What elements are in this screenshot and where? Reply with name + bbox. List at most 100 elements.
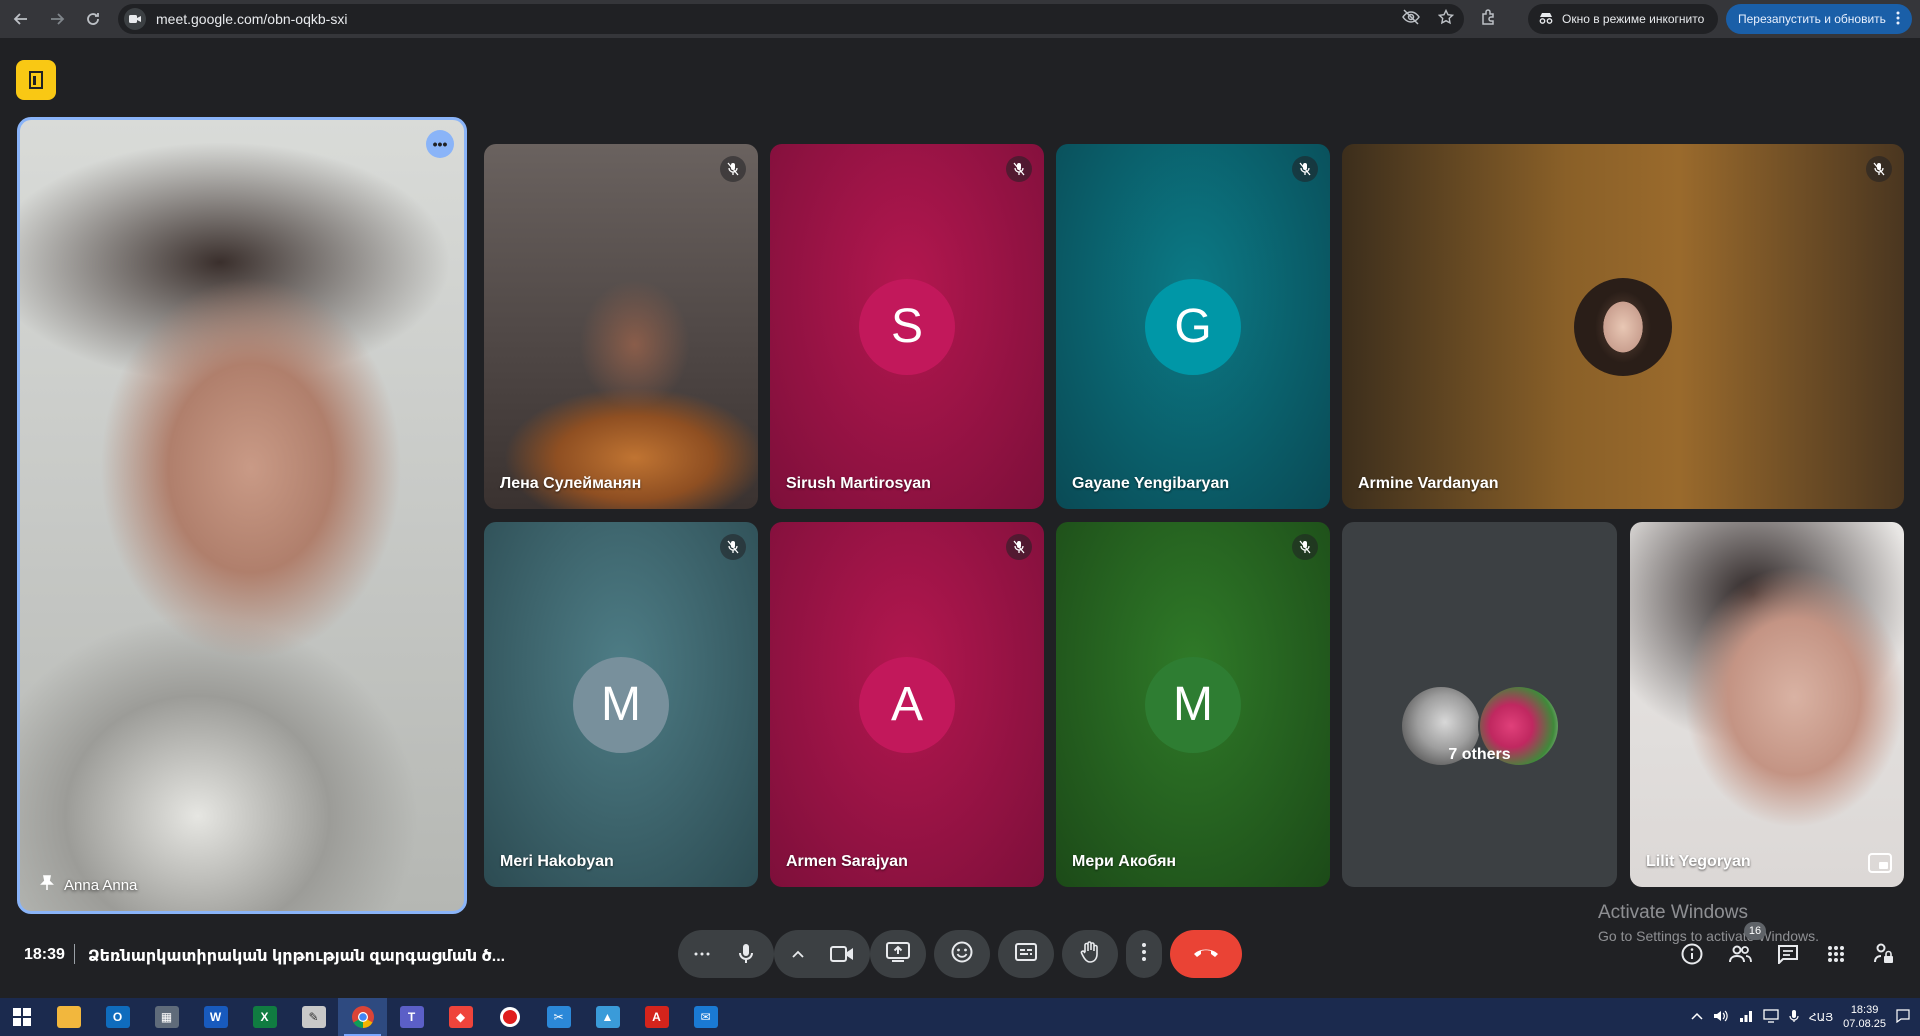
snipping-tool-icon[interactable]: ✂ xyxy=(534,998,583,1036)
participant-name: Lilit Yegoryan xyxy=(1646,853,1751,870)
chrome-icon[interactable] xyxy=(338,998,387,1036)
incognito-indicator[interactable]: Окно в режиме инкогнито xyxy=(1528,4,1719,34)
participant-tile[interactable]: G Gayane Yengibaryan xyxy=(1056,144,1330,509)
participant-name: Armine Vardanyan xyxy=(1358,475,1499,492)
meeting-details-icon[interactable] xyxy=(1680,942,1704,966)
camera-control-group xyxy=(774,930,870,978)
bookmark-star-icon[interactable] xyxy=(1437,8,1455,29)
system-tray: ՀԱՅ 18:39 07.08.25 xyxy=(1691,998,1920,1036)
browser-toolbar: meet.google.com/obn-oqkb-sxi Окно в режи… xyxy=(0,0,1920,38)
network-icon[interactable] xyxy=(1739,1009,1753,1026)
captions-icon xyxy=(1015,942,1037,966)
hand-icon xyxy=(1080,940,1100,968)
pin-icon[interactable] xyxy=(40,875,54,895)
participant-name: Мери Акобян xyxy=(1072,853,1177,870)
back-icon[interactable] xyxy=(6,4,36,34)
mic-off-icon xyxy=(1006,534,1032,560)
participant-name: Armen Sarajyan xyxy=(786,853,908,870)
side-panel-buttons xyxy=(1680,942,1896,966)
language-indicator[interactable]: ՀԱՅ xyxy=(1809,1011,1833,1024)
others-tile[interactable]: 7 others xyxy=(1342,522,1617,887)
recorder-icon[interactable] xyxy=(485,998,534,1036)
emoji-icon xyxy=(951,941,973,968)
participant-tile[interactable]: Lilit Yegoryan xyxy=(1630,522,1904,887)
mail-icon[interactable]: ✉ xyxy=(681,998,730,1036)
mic-control-group xyxy=(678,930,774,978)
host-controls-lock-icon[interactable] xyxy=(1872,942,1896,966)
watermark-title: Activate Windows xyxy=(1598,902,1748,923)
more-vert-icon xyxy=(1142,942,1146,966)
captions-button[interactable] xyxy=(998,930,1054,978)
picture-in-picture-icon[interactable] xyxy=(1868,853,1892,873)
windows-start-icon[interactable] xyxy=(0,998,44,1036)
camera-icon[interactable] xyxy=(818,945,866,963)
avatar-initial: M xyxy=(1145,656,1241,753)
participant-name: Anna Anna xyxy=(64,876,138,894)
more-audio-options-icon[interactable] xyxy=(682,952,722,956)
clock-date: 07.08.25 xyxy=(1843,1018,1886,1030)
raise-hand-button[interactable] xyxy=(1062,930,1118,978)
file-explorer-icon[interactable] xyxy=(44,998,93,1036)
participant-tile[interactable]: M Мери Акобян xyxy=(1056,522,1330,887)
display-icon[interactable] xyxy=(1763,1008,1779,1026)
people-icon[interactable] xyxy=(1728,942,1752,966)
mic-off-icon xyxy=(1866,156,1892,182)
anydesk-icon[interactable]: ◆ xyxy=(436,998,485,1036)
excel-icon[interactable]: X xyxy=(240,998,289,1036)
meeting-time: 18:39 xyxy=(24,946,65,963)
photos-icon[interactable]: ▲ xyxy=(583,998,632,1036)
taskbar-clock[interactable]: 18:39 07.08.25 xyxy=(1843,1003,1886,1031)
relaunch-update-button[interactable]: Перезапустить и обновить xyxy=(1726,4,1912,34)
meet-site-icon xyxy=(124,8,146,30)
teams-icon[interactable]: T xyxy=(387,998,436,1036)
participant-tile[interactable]: Armine Vardanyan xyxy=(1342,144,1904,509)
relaunch-label: Перезапустить и обновить xyxy=(1738,12,1886,26)
chevron-up-icon[interactable] xyxy=(778,950,818,958)
participant-avatar xyxy=(1574,277,1672,376)
participant-tile[interactable]: M Meri Hakobyan xyxy=(484,522,758,887)
present-screen-button[interactable] xyxy=(870,930,926,978)
mic-off-icon xyxy=(1006,156,1032,182)
tile-more-options-icon[interactable]: ••• xyxy=(426,130,454,158)
windows-activation-watermark: Activate Windows Go to Settings to activ… xyxy=(1598,902,1819,944)
participant-name: Лена Сулейманян xyxy=(500,475,642,492)
acrobat-icon[interactable]: A xyxy=(632,998,681,1036)
people-count-badge: 16 xyxy=(1744,922,1766,940)
clock-time: 18:39 xyxy=(1850,1004,1879,1016)
extensions-icon[interactable] xyxy=(1480,8,1498,31)
activities-grid-icon[interactable] xyxy=(1824,942,1848,966)
outlook-icon[interactable]: O xyxy=(93,998,142,1036)
more-options-button[interactable] xyxy=(1126,930,1162,978)
participant-tile[interactable]: A Armen Sarajyan xyxy=(770,522,1044,887)
microphone-icon[interactable] xyxy=(722,943,770,965)
others-count-label: 7 others xyxy=(1448,746,1511,763)
menu-dots-icon xyxy=(1896,11,1900,28)
notifications-icon[interactable] xyxy=(1896,1008,1910,1026)
incognito-icon xyxy=(1538,11,1554,28)
tracking-protection-icon[interactable] xyxy=(1402,9,1420,29)
leave-call-button[interactable] xyxy=(1170,930,1242,978)
reload-icon[interactable] xyxy=(78,4,108,34)
calculator-icon[interactable]: ▦ xyxy=(142,998,191,1036)
meet-stage: ••• Anna Anna Лена Сулейманян S Sirush M… xyxy=(0,38,1920,998)
microphone-tray-icon[interactable] xyxy=(1789,1009,1799,1026)
forward-icon[interactable] xyxy=(42,4,72,34)
volume-icon[interactable] xyxy=(1713,1009,1729,1026)
word-icon[interactable]: W xyxy=(191,998,240,1036)
host-badge-icon[interactable] xyxy=(16,60,56,100)
call-end-icon xyxy=(1192,945,1220,963)
chevron-up-icon[interactable] xyxy=(1691,1011,1703,1023)
participant-tile[interactable]: Лена Сулейманян xyxy=(484,144,758,509)
address-bar[interactable]: meet.google.com/obn-oqkb-sxi xyxy=(118,4,1464,34)
participant-name: Meri Hakobyan xyxy=(500,853,614,870)
participant-tile[interactable]: S Sirush Martirosyan xyxy=(770,144,1044,509)
paint-icon[interactable]: ✎ xyxy=(289,998,338,1036)
mic-off-icon xyxy=(1292,534,1318,560)
pinned-participant-tile[interactable]: ••• Anna Anna xyxy=(17,117,467,914)
reactions-button[interactable] xyxy=(934,930,990,978)
avatar-initial: S xyxy=(859,278,955,375)
chat-icon[interactable] xyxy=(1776,942,1800,966)
divider xyxy=(74,944,75,964)
avatar-initial: G xyxy=(1145,278,1241,375)
present-screen-icon xyxy=(886,941,910,967)
